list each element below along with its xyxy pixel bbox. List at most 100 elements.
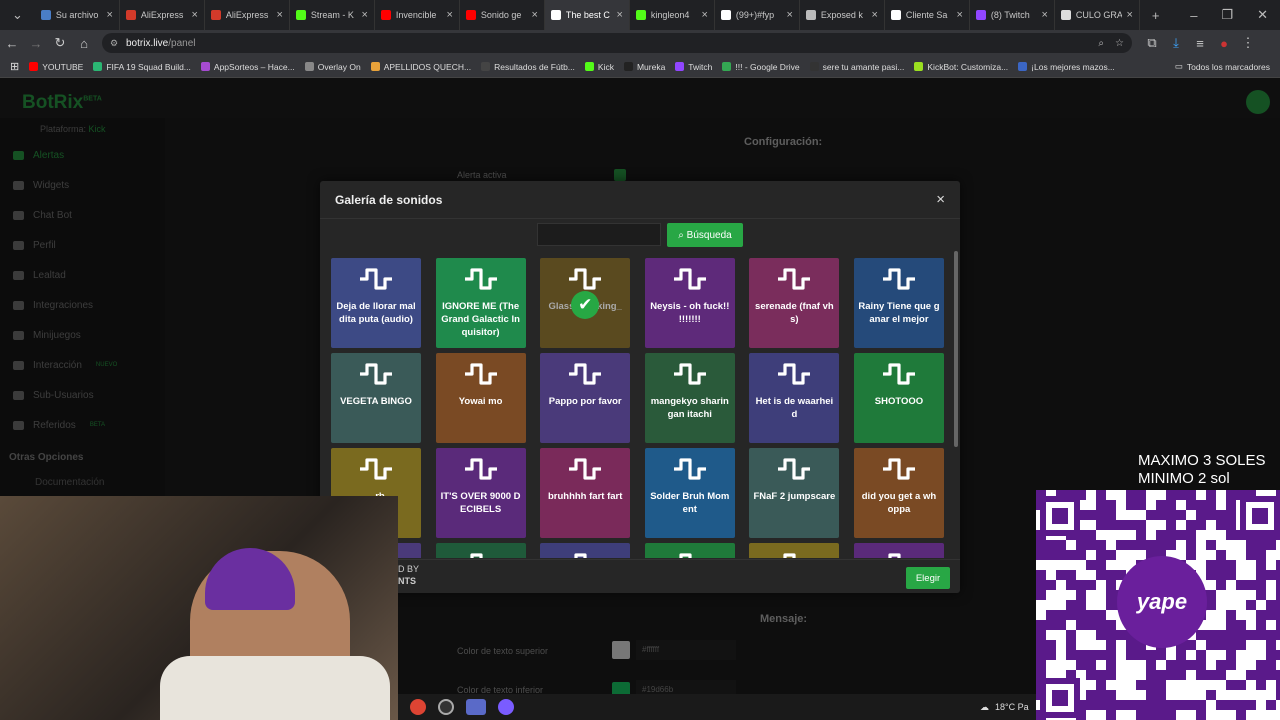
chrome-icon[interactable] <box>410 699 426 715</box>
sound-card[interactable] <box>540 543 631 558</box>
tab-close-icon[interactable]: × <box>361 9 367 21</box>
tab-close-icon[interactable]: × <box>1126 9 1132 21</box>
qr-module <box>1106 700 1116 710</box>
tab-favicon-icon <box>380 10 391 20</box>
sound-card[interactable]: Glass breaking_ ✔ <box>540 258 631 348</box>
browser-tab[interactable]: Su archivo × <box>35 0 120 30</box>
sound-card[interactable]: SHOTOOO <box>853 353 944 443</box>
sound-card[interactable]: IGNORE ME (The Grand Galactic In quisito… <box>435 258 526 348</box>
tab-close-icon[interactable]: × <box>191 9 197 21</box>
bookmark-item[interactable]: Twitch <box>675 62 712 72</box>
apps-icon[interactable]: ⊞ <box>10 60 19 73</box>
minimize-button[interactable]: – <box>1178 8 1209 23</box>
tab-close-icon[interactable]: × <box>871 9 877 21</box>
browser-tab[interactable]: Sonido ge × <box>460 0 545 30</box>
sound-card[interactable]: Rainy Tiene que ganar el mejor <box>853 258 944 348</box>
tab-close-icon[interactable]: × <box>531 9 537 21</box>
sound-card[interactable]: IT'S OVER 9000 D ECIBELS <box>435 448 526 538</box>
sound-card[interactable]: Deja de llorar mal dita puta (audio) <box>331 258 421 348</box>
sound-card[interactable]: VEGETA BINGO <box>331 353 421 443</box>
sound-card[interactable]: Het is de waarhei d <box>749 353 840 443</box>
site-info-icon[interactable]: ⚙ <box>110 38 118 49</box>
sound-card[interactable] <box>853 543 944 558</box>
browser-tab[interactable]: The best C × <box>544 0 630 30</box>
bookmark-item[interactable]: KickBot: Customiza... <box>914 62 1008 72</box>
bookmark-item[interactable]: !!! - Google Drive <box>722 62 800 72</box>
sound-card[interactable] <box>435 543 526 558</box>
bookmark-item[interactable]: Resultados de Fútb... <box>481 62 575 72</box>
sound-card[interactable]: bruhhhh fart fart <box>540 448 631 538</box>
bookmark-item[interactable]: YOUTUBE <box>29 62 83 72</box>
bookmark-item[interactable]: AppSorteos – Hace... <box>200 62 295 72</box>
qr-module <box>1226 650 1236 660</box>
tab-close-icon[interactable]: × <box>956 9 962 21</box>
weather-widget[interactable]: ☁ 18°C Pa <box>980 694 1029 720</box>
bookmark-item[interactable]: Kick <box>584 62 614 72</box>
bookmark-item[interactable]: sere tu amante pasi... <box>809 62 904 72</box>
tab-close-icon[interactable]: × <box>446 9 452 21</box>
extensions-icon[interactable]: ⧉ <box>1140 35 1164 51</box>
bookmark-item[interactable]: Overlay On <box>304 62 361 72</box>
sound-card[interactable] <box>644 543 735 558</box>
sound-card[interactable]: mangekyo sharin gan itachi <box>644 353 735 443</box>
tab-close-icon[interactable]: × <box>701 9 707 21</box>
sound-card[interactable]: Pappo por favor <box>540 353 631 443</box>
browser-tab[interactable]: AliExpress × <box>120 0 205 30</box>
modal-scrollbar[interactable] <box>954 251 958 447</box>
qr-module <box>1146 650 1156 660</box>
home-icon[interactable]: ⌂ <box>72 36 96 51</box>
sound-card[interactable]: did you get a wh oppa <box>853 448 944 538</box>
browser-tab[interactable]: (8) Twitch × <box>970 0 1055 30</box>
qr-module <box>1256 560 1266 570</box>
bookmark-item[interactable]: APELLIDOS QUECH... <box>370 62 471 72</box>
maximize-button[interactable]: ❐ <box>1209 7 1245 23</box>
discord-icon[interactable] <box>498 699 514 715</box>
browser-tab[interactable]: AliExpress × <box>205 0 290 30</box>
browser-tab[interactable]: CULO GRA × <box>1055 0 1140 30</box>
sound-card[interactable]: Yowai mo <box>435 353 526 443</box>
sound-card[interactable] <box>749 543 840 558</box>
new-tab-button[interactable]: + <box>1140 8 1172 23</box>
close-icon[interactable]: × <box>936 191 945 208</box>
sound-wave-icon <box>673 363 706 385</box>
bookmark-item[interactable]: Mureka <box>623 62 665 72</box>
bookmark-icon <box>809 62 819 71</box>
profile-avatar[interactable]: ● <box>1212 36 1236 51</box>
browser-tab[interactable]: Invencible × <box>375 0 460 30</box>
sound-card[interactable]: Neysis - oh fuck!! !!!!!!! <box>644 258 735 348</box>
select-button[interactable]: Elegir <box>906 567 950 589</box>
browser-tab[interactable]: Cliente Sa × <box>885 0 970 30</box>
tab-close-icon[interactable]: × <box>616 9 622 21</box>
menu-icon[interactable]: ⋮ <box>1236 35 1260 51</box>
back-icon[interactable]: ← <box>0 36 24 51</box>
app-icon[interactable] <box>466 699 486 715</box>
tab-close-icon[interactable]: × <box>276 9 282 21</box>
search-button[interactable]: ⌕ Búsqueda <box>667 223 743 247</box>
forward-icon[interactable]: → <box>24 36 48 51</box>
sound-card[interactable]: Solder Bruh Mom ent <box>644 448 735 538</box>
browser-tab[interactable]: kingleon4 × <box>630 0 715 30</box>
close-window-button[interactable]: ✕ <box>1245 7 1280 23</box>
browser-tab[interactable]: Stream - K × <box>290 0 375 30</box>
media-icon[interactable]: ≡ <box>1188 36 1212 51</box>
tab-close-icon[interactable]: × <box>1041 9 1047 21</box>
tab-close-icon[interactable]: × <box>786 9 792 21</box>
zoom-icon[interactable]: ⌕ <box>1098 38 1104 49</box>
browser-tab[interactable]: (99+)#fyp × <box>715 0 800 30</box>
qr-module <box>1106 570 1116 580</box>
obs-icon[interactable] <box>438 699 454 715</box>
sound-card[interactable]: serenade (fnaf vh s) <box>749 258 840 348</box>
reload-icon[interactable]: ↻ <box>48 35 72 51</box>
star-icon[interactable]: ☆ <box>1115 38 1124 49</box>
tab-close-icon[interactable]: × <box>106 9 112 21</box>
sound-card[interactable]: FNaF 2 jumpscare <box>749 448 840 538</box>
tab-strip: Su archivo × AliExpress × AliExpress × Stream … <box>35 0 1140 30</box>
bookmark-item[interactable]: ¡Los mejores mazos... <box>1018 62 1115 72</box>
tab-search-icon[interactable]: ⌄ <box>0 7 35 23</box>
search-input[interactable] <box>537 223 661 246</box>
all-bookmarks[interactable]: ▭ Todos los marcadores <box>1175 61 1270 72</box>
bookmark-item[interactable]: FIFA 19 Squad Build... <box>93 62 191 72</box>
browser-tab[interactable]: Exposed k × <box>800 0 885 30</box>
download-icon[interactable]: ⤓ <box>1164 35 1188 51</box>
url-field[interactable]: ⚙ botrix.live/panel ⌕ ☆ <box>102 33 1132 53</box>
